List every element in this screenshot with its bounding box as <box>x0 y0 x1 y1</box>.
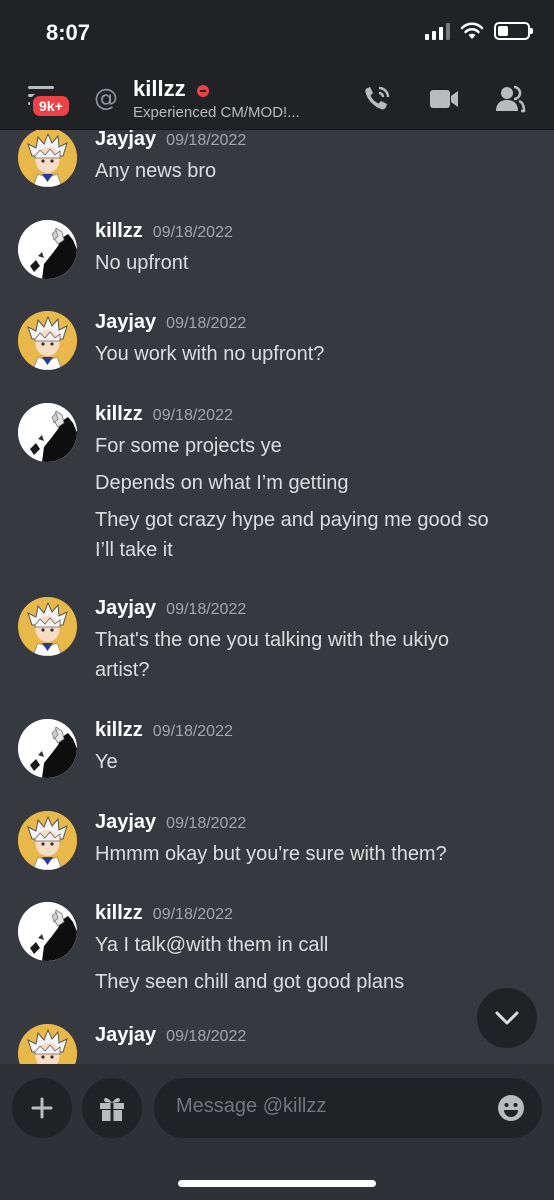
message-timestamp: 09/18/2022 <box>166 815 247 832</box>
message-text: Hmmm okay but you're sure with them? <box>95 843 447 865</box>
at-icon: @ <box>94 84 118 112</box>
jayjay-avatar[interactable] <box>18 311 77 370</box>
message-text: For some projects ye <box>95 435 282 457</box>
message-timestamp: 09/18/2022 <box>152 906 233 923</box>
channel-header: 9k+ @ killzz Experienced CM/MOD!... <box>0 70 554 130</box>
message-author[interactable]: killzz 09/18/2022 <box>95 719 233 742</box>
jump-to-bottom-button[interactable] <box>477 988 537 1048</box>
gift-icon <box>100 1097 124 1121</box>
message-timestamp: 09/18/2022 <box>166 132 247 149</box>
message-timestamp: 09/18/2022 <box>152 407 233 424</box>
author-name[interactable]: Jayjay <box>95 811 156 833</box>
killzz-avatar[interactable] <box>18 902 77 961</box>
message-timestamp: 09/18/2022 <box>152 224 233 241</box>
dm-custom-status: Experienced CM/MOD!... <box>133 104 300 121</box>
message-timestamp: 09/18/2022 <box>166 315 247 332</box>
video-camera-icon[interactable] <box>428 84 460 114</box>
plus-icon <box>31 1097 53 1119</box>
message-author[interactable]: killzz 09/18/2022 <box>95 220 233 243</box>
message-author[interactable]: killzz 09/18/2022 <box>95 403 233 426</box>
message-timestamp: 09/18/2022 <box>166 601 247 618</box>
author-name[interactable]: killzz <box>95 220 143 242</box>
status-bar: 8:07 <box>0 0 554 70</box>
author-name[interactable]: killzz <box>95 719 143 741</box>
status-time: 8:07 <box>46 20 91 45</box>
add-attachment-button[interactable] <box>12 1078 72 1138</box>
dm-username[interactable]: killzz <box>133 76 186 102</box>
home-indicator <box>178 1180 376 1187</box>
message-text: That's the one you talking with the ukiy… <box>95 629 450 651</box>
emoji-icon[interactable] <box>496 1093 526 1123</box>
battery-icon <box>494 22 533 40</box>
message-list[interactable]: Jayjay 09/18/2022 Any news bro killzz 09/18/… <box>0 130 554 1064</box>
chevron-down-icon <box>495 1011 519 1025</box>
message-text: Ye <box>95 751 118 773</box>
message-text: artist? <box>95 659 150 681</box>
message-timestamp: 09/18/2022 <box>152 723 233 740</box>
cellular-signal-icon <box>425 22 450 40</box>
message-timestamp: 09/18/2022 <box>166 1028 247 1045</box>
message-input-placeholder: Message @killzz <box>176 1095 327 1117</box>
author-name[interactable]: Jayjay <box>95 311 156 333</box>
message-text: Any news bro <box>95 160 217 182</box>
dnd-status-icon <box>197 85 209 97</box>
killzz-avatar[interactable] <box>18 719 77 778</box>
jayjay-avatar[interactable] <box>18 597 77 656</box>
message-text: You work with no upfront? <box>95 343 325 365</box>
message-text: They seen chill and got good plans <box>95 971 405 993</box>
message-author[interactable]: Jayjay 09/18/2022 <box>95 311 246 334</box>
message-author[interactable]: Jayjay 09/18/2022 <box>95 1024 246 1047</box>
message-author[interactable]: Jayjay 09/18/2022 <box>95 597 246 620</box>
author-name[interactable]: Jayjay <box>95 597 156 619</box>
message-text: No upfront <box>95 252 189 274</box>
message-text: Depends on what I’m getting <box>95 472 349 494</box>
message-text: Ya I talk@with them in call <box>95 934 329 956</box>
members-icon[interactable] <box>494 84 526 114</box>
author-name[interactable]: killzz <box>95 902 143 924</box>
killzz-avatar[interactable] <box>18 403 77 462</box>
phone-call-icon[interactable] <box>362 84 394 114</box>
message-author[interactable]: Jayjay 09/18/2022 <box>95 130 246 151</box>
message-author[interactable]: Jayjay 09/18/2022 <box>95 811 246 834</box>
jayjay-avatar[interactable] <box>18 130 77 187</box>
wifi-icon <box>460 22 484 39</box>
killzz-avatar[interactable] <box>18 220 77 279</box>
author-name[interactable]: Jayjay <box>95 1024 156 1046</box>
notification-badge: 9k+ <box>30 93 72 119</box>
message-author[interactable]: killzz 09/18/2022 <box>95 902 233 925</box>
message-text: They got crazy hype and paying me good s… <box>95 509 489 531</box>
gift-button[interactable] <box>82 1078 142 1138</box>
message-input[interactable]: Message @killzz <box>154 1078 542 1138</box>
author-name[interactable]: killzz <box>95 403 143 425</box>
jayjay-avatar[interactable] <box>18 1024 77 1064</box>
status-icons <box>425 22 533 40</box>
author-name[interactable]: Jayjay <box>95 130 156 150</box>
jayjay-avatar[interactable] <box>18 811 77 870</box>
message-text: I’ll take it <box>95 539 173 561</box>
